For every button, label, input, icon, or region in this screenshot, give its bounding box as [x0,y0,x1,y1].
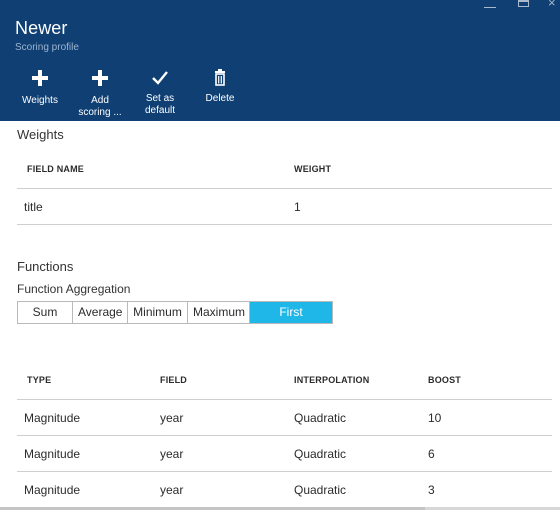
aggregation-option-maximum[interactable]: Maximum [188,302,250,323]
set-default-label-line2: default ... [144,105,176,128]
plus-icon [18,70,62,92]
delete-button[interactable]: Delete [200,68,240,105]
aggregation-option-minimum[interactable]: Minimum [128,302,188,323]
plus-icon [78,70,122,92]
function-aggregation-selector: Sum Average Minimum Maximum First matchi… [17,301,333,340]
maximize-icon[interactable] [518,0,529,7]
add-scoring-label-line1: Add [91,95,109,106]
weights-button-label: Weights [22,95,58,106]
functions-col-field: FIELD [160,375,187,385]
close-icon[interactable]: × [548,0,556,9]
weights-col-field-name: FIELD NAME [27,164,84,174]
function-cell-interpolation: Quadratic [294,483,347,497]
function-cell-boost: 3 [428,483,435,497]
function-cell-boost: 10 [428,411,442,425]
minimize-icon[interactable] [484,7,496,8]
trash-icon [200,68,240,90]
divider [17,399,552,400]
checkmark-icon [140,68,180,90]
divider [17,224,552,225]
divider [17,435,552,436]
function-cell-type: Magnitude [24,447,81,461]
function-cell-field: year [160,447,184,461]
function-cell-interpolation: Quadratic [294,411,347,425]
divider [17,188,552,189]
functions-section-title: Functions [17,259,74,274]
function-cell-field: year [160,411,184,425]
blade-subtitle: Scoring profile [15,42,79,53]
functions-col-interpolation: INTERPOLATION [294,375,370,385]
aggregation-option-first-matching[interactable]: First matching [250,302,332,340]
function-cell-boost: 6 [428,447,435,461]
functions-col-boost: BOOST [428,375,462,385]
divider [17,471,552,472]
aggregation-option-sum[interactable]: Sum [18,302,73,323]
function-cell-interpolation: Quadratic [294,447,347,461]
weights-col-weight: WEIGHT [294,164,332,174]
weights-button[interactable]: Weights [18,68,62,107]
function-cell-type: Magnitude [24,483,81,497]
function-cell-field: year [160,483,184,497]
weights-section-title: Weights [17,127,64,142]
blade-header: × Newer Scoring profile Weights Add scor… [0,0,560,128]
function-cell-type: Magnitude [24,411,81,425]
delete-button-label: Delete [205,93,235,104]
functions-col-type: TYPE [27,375,52,385]
function-aggregation-label: Function Aggregation [17,282,131,296]
aggregation-option-average[interactable]: Average [73,302,128,323]
set-as-default-button[interactable]: Set as default ... [140,68,180,129]
blade-title: Newer [15,18,68,38]
weights-cell-weight: 1 [294,200,301,214]
add-scoring-label-line2: scoring ... [78,107,122,118]
weights-cell-field: title [24,200,43,214]
set-default-label-line1: Set as [145,93,175,104]
add-scoring-function-button[interactable]: Add scoring ... [78,68,122,119]
